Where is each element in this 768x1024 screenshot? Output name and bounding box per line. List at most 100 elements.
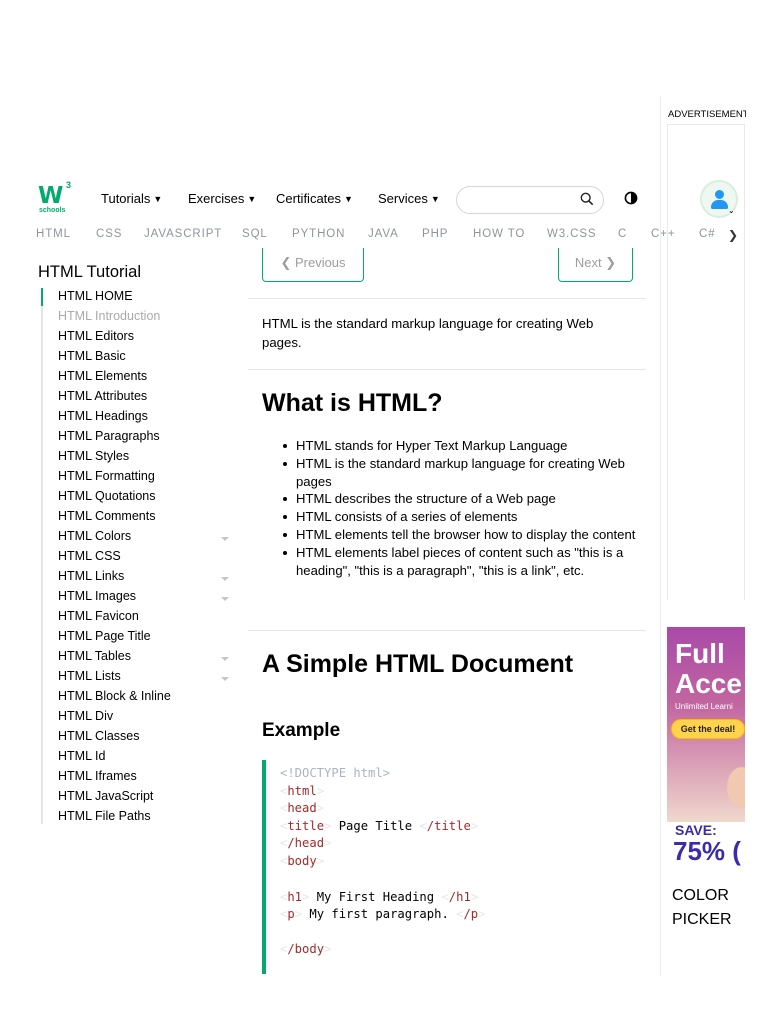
list-item: HTML stands for Hyper Text Markup Langua…	[283, 437, 636, 455]
sidebar-item[interactable]: HTML Formatting	[58, 469, 155, 483]
sidebar-item[interactable]: HTML Block & Inline	[58, 689, 171, 703]
sidebar-item[interactable]: HTML Styles	[58, 449, 129, 463]
subnav-java[interactable]: JAVA	[368, 228, 399, 240]
sidebar-item[interactable]: HTML Editors	[58, 329, 134, 343]
logo-sup: 3	[66, 180, 72, 190]
sidebar-item[interactable]: HTML Id	[58, 749, 105, 763]
subnav-html[interactable]: HTML	[36, 228, 71, 240]
advertisement-label: ADVERTISEMENT	[668, 109, 746, 120]
subnav-javascript[interactable]: JAVASCRIPT	[144, 228, 222, 240]
subnav-howto[interactable]: HOW TO	[473, 228, 525, 240]
example-heading: Example	[262, 720, 341, 741]
logo-text: schools	[39, 207, 66, 214]
menu-certificates[interactable]: Certificates ▼	[276, 191, 353, 206]
promo-banner[interactable]: Full Acce Unlimited Learni Get the deal!	[667, 627, 745, 822]
sidebar-rail	[41, 288, 43, 824]
subnav-python[interactable]: PYTHON	[292, 228, 345, 240]
top-nav: W 3 schools Tutorials ▼ Exercises ▼ Certif…	[0, 180, 660, 224]
scroll-right-icon[interactable]: ❯	[728, 228, 738, 242]
code-line: </body>	[280, 942, 332, 956]
code-line: <h1> My First Heading </h1>	[280, 890, 479, 904]
list-item: HTML elements tell the browser how to di…	[283, 526, 636, 542]
sidebar-item[interactable]: HTML JavaScript	[58, 789, 153, 803]
sidebar-title: HTML Tutorial	[38, 263, 141, 281]
list-item: HTML elements label pieces of content su…	[283, 544, 636, 580]
code-line: </head>	[280, 836, 332, 850]
caret-down-icon: ▼	[247, 194, 257, 204]
promo-title: Full Acce	[675, 638, 742, 699]
promo-person-image	[727, 767, 745, 807]
sidebar-item[interactable]: HTML Colors	[58, 529, 131, 543]
user-icon-body	[711, 200, 728, 209]
sidebar-item[interactable]: HTML Basic	[58, 349, 126, 363]
code-example: <!DOCTYPE html> <html> <head> <title> Pa…	[262, 760, 660, 974]
sidebar-item[interactable]: HTML CSS	[58, 549, 121, 563]
theme-toggle-icon[interactable]	[624, 191, 638, 205]
divider	[248, 369, 646, 370]
w3schools-logo[interactable]: W 3 schools	[38, 180, 76, 217]
subnav-sql[interactable]: SQL	[242, 228, 268, 240]
get-deal-button[interactable]: Get the deal!	[671, 719, 745, 739]
html-facts-list: HTML stands for Hyper Text Markup Langua…	[283, 437, 636, 580]
code-line: <body>	[280, 854, 325, 868]
sidebar-item[interactable]: HTML Div	[58, 709, 113, 723]
search-icon[interactable]	[580, 192, 594, 206]
divider	[248, 298, 646, 299]
menu-services[interactable]: Services ▼	[378, 191, 440, 206]
chevron-down-icon: ⌄	[728, 206, 735, 215]
sidebar-item[interactable]: HTML Quotations	[58, 489, 156, 503]
what-is-html-heading: What is HTML?	[262, 389, 443, 417]
subnav-php[interactable]: PHP	[422, 228, 448, 240]
expand-caret-icon[interactable]	[221, 577, 229, 581]
sidebar-item[interactable]: HTML File Paths	[58, 809, 151, 823]
user-avatar-button[interactable]: ⌄	[700, 180, 738, 218]
subnav-css[interactable]: CSS	[96, 228, 122, 240]
user-icon-head	[715, 190, 724, 199]
list-item: HTML is the standard markup language for…	[283, 455, 636, 491]
sidebar-item[interactable]: HTML Headings	[58, 409, 148, 423]
sidebar-item[interactable]: HTML HOME	[58, 289, 133, 303]
expand-caret-icon[interactable]	[221, 597, 229, 601]
sidebar-item[interactable]: HTML Elements	[58, 369, 147, 383]
caret-down-icon: ▼	[430, 194, 440, 204]
sidebar-item[interactable]: HTML Lists	[58, 669, 121, 683]
sidebar-item[interactable]: HTML Introduction	[58, 309, 160, 323]
sidebar-item[interactable]: HTML Attributes	[58, 389, 147, 403]
sidebar-item[interactable]: HTML Comments	[58, 509, 155, 523]
menu-exercises[interactable]: Exercises ▼	[188, 191, 256, 206]
search-input[interactable]	[456, 186, 604, 214]
previous-button[interactable]: ❮ Previous	[262, 248, 364, 282]
code-doctype: <!DOCTYPE html>	[280, 766, 391, 780]
ad-frame-left	[667, 124, 668, 600]
sidebar-item[interactable]: HTML Classes	[58, 729, 140, 743]
subnav-c[interactable]: C	[618, 228, 627, 240]
code-line: <html>	[280, 784, 325, 798]
sidebar-item[interactable]: HTML Page Title	[58, 629, 151, 643]
expand-caret-icon[interactable]	[221, 657, 229, 661]
code-line: <head>	[280, 801, 325, 815]
subnav-cpp[interactable]: C++	[651, 228, 675, 240]
ad-frame-right	[744, 124, 745, 600]
color-picker-link[interactable]: COLOR PICKER	[672, 884, 732, 932]
sidebar-item[interactable]: HTML Paragraphs	[58, 429, 160, 443]
sidebar-item[interactable]: HTML Images	[58, 589, 136, 603]
sidebar-active-indicator	[41, 288, 43, 306]
code-line: <p> My first paragraph. </p>	[280, 907, 486, 921]
expand-caret-icon[interactable]	[221, 537, 229, 541]
sidebar-item[interactable]: HTML Tables	[58, 649, 131, 663]
subnav-w3css[interactable]: W3.CSS	[547, 228, 597, 240]
sidebar-item[interactable]: HTML Favicon	[58, 609, 139, 623]
subnav-csharp[interactable]: C#	[699, 228, 716, 240]
caret-down-icon: ▼	[344, 194, 353, 204]
promo-subtitle: Unlimited Learni	[675, 702, 733, 711]
logo-mark: W	[38, 183, 63, 209]
menu-tutorials[interactable]: Tutorials ▼	[101, 191, 162, 206]
sidebar-item[interactable]: HTML Links	[58, 569, 124, 583]
sidebar-item[interactable]: HTML Iframes	[58, 769, 137, 783]
list-item: HTML consists of a series of elements	[283, 508, 636, 526]
expand-caret-icon[interactable]	[221, 677, 229, 681]
divider	[248, 630, 646, 631]
list-item: HTML describes the structure of a Web pa…	[283, 490, 636, 508]
next-button[interactable]: Next ❯	[558, 248, 633, 282]
save-percent: 75% (	[673, 836, 741, 866]
